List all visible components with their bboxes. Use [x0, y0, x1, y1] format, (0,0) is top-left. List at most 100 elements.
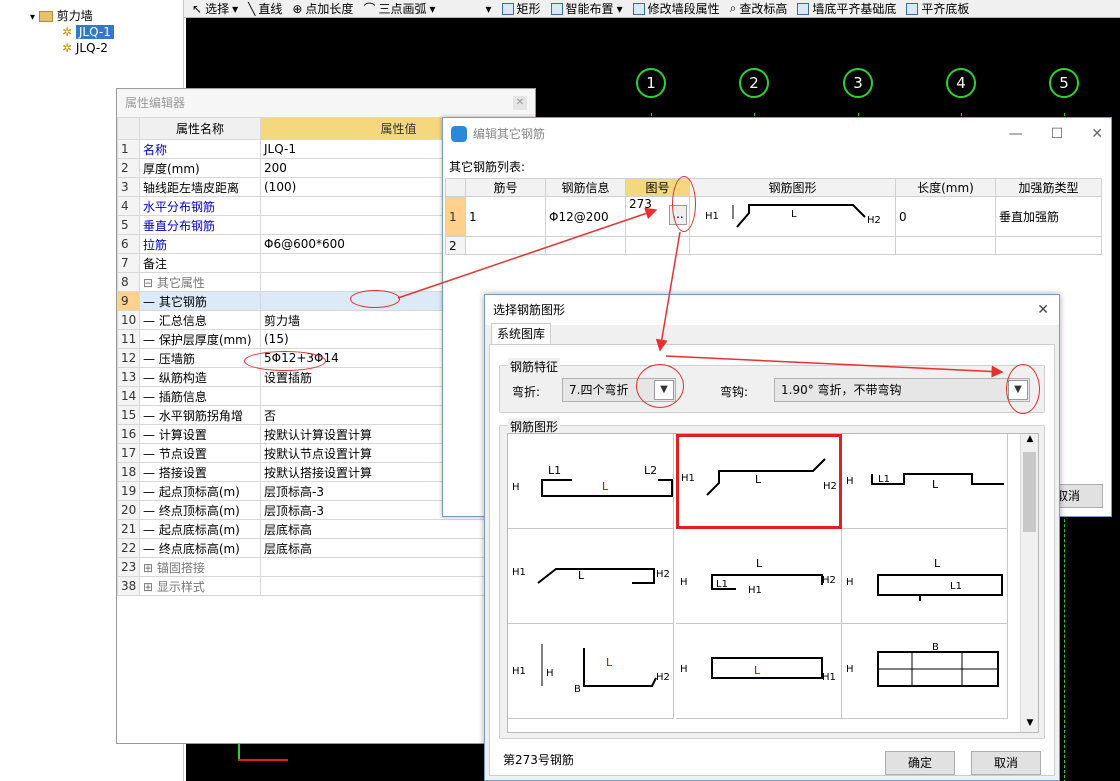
folder-icon: [38, 11, 53, 22]
align-slab-button[interactable]: 平齐底板: [906, 0, 969, 17]
rebar-shape-preview: H1 L H2: [705, 204, 881, 228]
row-number: 8: [117, 272, 140, 292]
svg-text:L1: L1: [878, 474, 890, 485]
shape-cell[interactable]: H L1 L: [842, 434, 1008, 529]
info-cell[interactable]: Φ12@200: [545, 196, 626, 237]
status-text: 第273号钢筋: [503, 753, 574, 767]
align-foundation-button[interactable]: 墙底平齐基础底: [797, 0, 896, 17]
chevron-down-icon[interactable]: ▼: [1021, 718, 1038, 732]
cancel-button[interactable]: 取消: [971, 751, 1041, 775]
scrollbar-thumb[interactable]: [1023, 452, 1036, 532]
smart-place-button[interactable]: 智能布置 ▾: [550, 0, 623, 17]
col-header-length: 长度(mm): [895, 178, 996, 197]
property-name: 备注: [139, 253, 261, 273]
close-icon[interactable]: ✕: [1091, 118, 1103, 150]
rebar-table: 筋号 钢筋信息 图号 钢筋图形 长度(mm) 加强筋类型 1 1 Φ12@200…: [445, 178, 1102, 255]
ok-button[interactable]: 确定: [885, 751, 955, 775]
col-header-name: 属性名称: [139, 117, 261, 140]
select-button[interactable]: ↖ 选择 ▾: [192, 0, 238, 17]
tree-item-jlq2[interactable]: ✲ JLQ-2: [62, 40, 108, 56]
row-number: 7: [117, 253, 140, 273]
shape-cell[interactable]: H L L1: [842, 529, 1008, 624]
row-number: 6: [117, 234, 140, 254]
axis-bubble-3: 3: [843, 68, 873, 98]
row-number: 11: [117, 329, 140, 349]
align-icon: [906, 2, 919, 15]
property-editor-titlebar: 属性编辑器 ✕: [117, 89, 535, 117]
svg-text:H1: H1: [681, 473, 695, 484]
row-number: 19: [117, 481, 140, 501]
tree-root[interactable]: ▾ 剪力墙: [30, 8, 93, 24]
ucs-x-axis: [238, 759, 288, 761]
row-number: 18: [117, 462, 140, 482]
shape-cell[interactable]: HB: [842, 624, 1008, 719]
shape-cell-selected[interactable]: H1 L H2: [676, 434, 842, 529]
type-cell[interactable]: 垂直加强筋: [995, 196, 1102, 237]
annotation-ellipse: [672, 176, 696, 232]
row-number: 9: [117, 291, 140, 311]
property-name: 垂直分布钢筋: [139, 215, 261, 235]
row-number: 3: [117, 177, 140, 197]
rect-button[interactable]: 矩形: [501, 0, 541, 17]
property-row[interactable]: 21— 起点底标高(m) 层底标高: [117, 519, 537, 539]
chevron-up-icon[interactable]: ▲: [1021, 434, 1038, 450]
shape-cell[interactable]: H1 H B L H2: [508, 624, 674, 719]
shape-cell[interactable]: H L1 L2 L: [508, 434, 674, 529]
row-number: 13: [117, 367, 140, 387]
shape-cell[interactable]: H L H1: [676, 624, 842, 719]
collapse-icon[interactable]: ▾: [30, 12, 35, 23]
property-name: — 水平钢筋拐角增: [139, 405, 261, 425]
check-elevation-button[interactable]: ⌕ 查改标高: [730, 0, 788, 17]
choose-shape-titlebar: 选择钢筋图形 ✕: [485, 295, 1059, 325]
tab-system-library[interactable]: 系统图库: [491, 323, 551, 345]
hook-select[interactable]: 1.90° 弯折，不带弯钩 ▼: [774, 378, 1030, 402]
table-row[interactable]: 2: [445, 236, 1102, 255]
choose-shape-dialog: 选择钢筋图形 ✕ 系统图库 钢筋特征 弯折: 7.四个弯折 ▼ 弯钩: 1.90…: [484, 294, 1060, 781]
axis-bubble-2: 2: [739, 68, 769, 98]
gear-icon: ✲: [62, 41, 73, 55]
svg-text:H1: H1: [512, 666, 526, 677]
maximize-icon[interactable]: ☐: [1051, 118, 1064, 150]
tree-item-label: JLQ-2: [75, 41, 108, 55]
row-number: 14: [117, 386, 140, 406]
modify-wall-button[interactable]: 修改墙段属性: [632, 0, 720, 17]
property-row[interactable]: 22— 终点底标高(m) 层底标高: [117, 538, 537, 558]
edit-icon: [632, 2, 645, 15]
shape-cell[interactable]: H1 L H2: [508, 529, 674, 624]
row-number: 10: [117, 310, 140, 330]
property-name: — 纵筋构造: [139, 367, 261, 387]
svg-text:L: L: [754, 664, 761, 677]
bar-no-cell[interactable]: 1: [465, 196, 546, 237]
line-icon: ╲: [248, 1, 256, 16]
property-name: ⊞ 显示样式: [139, 576, 261, 596]
tree-item-jlq1[interactable]: ✲ JLQ-1: [62, 24, 114, 40]
tree-item-label: JLQ-1: [75, 25, 114, 39]
hook-label: 弯钩:: [720, 385, 749, 399]
row-number: 21: [117, 519, 140, 539]
svg-text:H1: H1: [512, 567, 526, 578]
rebar-list-label: 其它钢筋列表:: [449, 160, 526, 174]
col-header-shape: 钢筋图形: [689, 178, 896, 197]
svg-text:L1: L1: [548, 464, 561, 477]
property-row[interactable]: 38 ⊞ 显示样式: [117, 576, 537, 596]
row-number: 1: [117, 139, 140, 159]
line-button[interactable]: ╲ 直线: [248, 0, 282, 17]
close-icon[interactable]: ✕: [1037, 295, 1049, 325]
shape-cell[interactable]: H L L1 H1 H2: [676, 529, 842, 624]
table-row[interactable]: 1 1 Φ12@200 273 ... H1 L H2 0 垂直加强筋: [445, 196, 1102, 237]
svg-text:L: L: [606, 656, 613, 669]
axis-bubble-4: 4: [946, 68, 976, 98]
property-name: 厚度(mm): [139, 158, 261, 178]
arc-button[interactable]: ⌒ 三点画弧 ▾: [363, 0, 435, 17]
svg-text:L: L: [934, 557, 941, 570]
length-cell[interactable]: 0: [895, 196, 996, 237]
property-name: ⊟ 其它属性: [139, 272, 261, 292]
close-icon[interactable]: ✕: [513, 96, 527, 110]
property-row[interactable]: 23 ⊞ 锚固搭接: [117, 557, 537, 577]
minimize-icon[interactable]: —: [1009, 118, 1023, 150]
row-number: 23: [117, 557, 140, 577]
svg-text:H2: H2: [822, 575, 836, 586]
dropdown-button[interactable]: ▾: [486, 2, 492, 16]
point-length-button[interactable]: ⊕ 点加长度: [292, 0, 353, 17]
scrollbar[interactable]: ▲ ▼: [1020, 434, 1038, 732]
